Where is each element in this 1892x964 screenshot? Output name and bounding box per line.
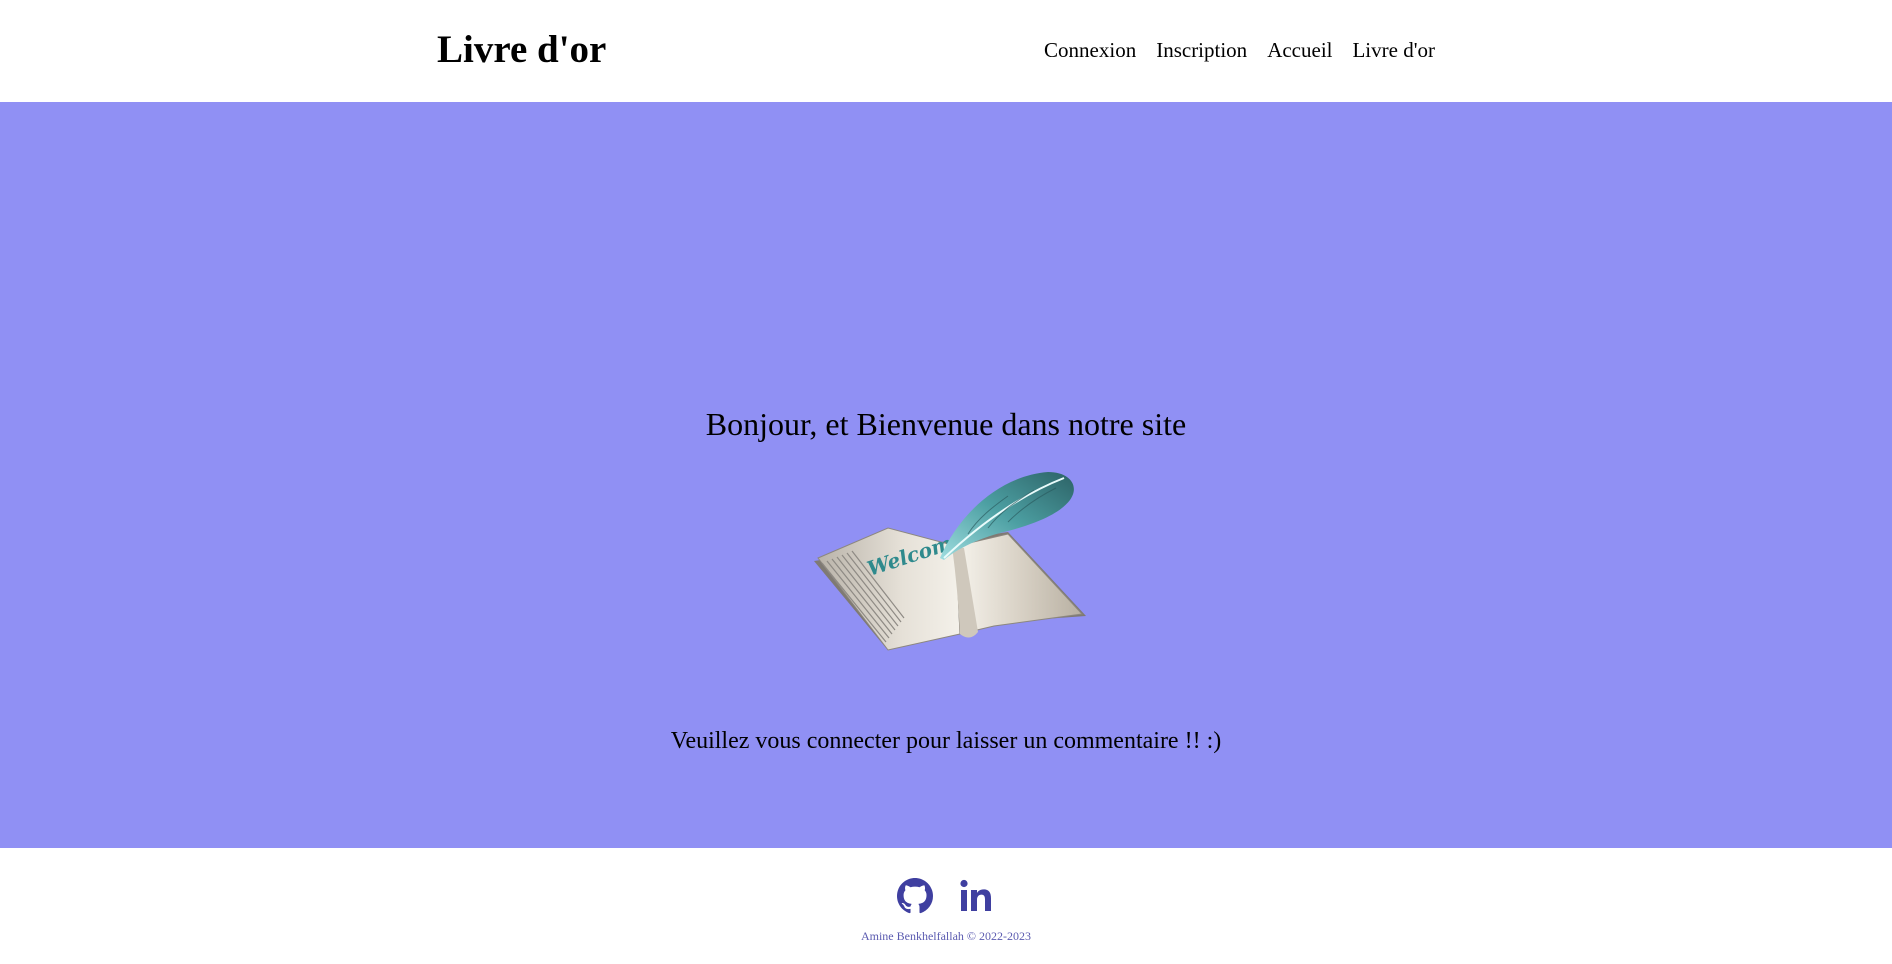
main-nav: Connexion Inscription Accueil Livre d'or xyxy=(1044,36,1435,64)
nav-login-link[interactable]: Connexion xyxy=(1044,36,1136,64)
welcome-section: Bonjour, et Bienvenue dans notre site We… xyxy=(0,102,1892,848)
nav-register-link[interactable]: Inscription xyxy=(1156,36,1247,64)
welcome-title: Bonjour, et Bienvenue dans notre site xyxy=(705,406,1187,442)
social-links xyxy=(0,878,1892,919)
welcome-book-image: Welcome xyxy=(808,466,1090,661)
nav-guestbook-link[interactable]: Livre d'or xyxy=(1352,36,1435,64)
github-link[interactable] xyxy=(897,878,933,919)
site-header: Livre d'or Connexion Inscription Accueil… xyxy=(0,0,1892,102)
copyright-text: Amine Benkhelfallah © 2022-2023 xyxy=(860,929,1032,943)
linkedin-link[interactable] xyxy=(959,878,995,919)
github-icon xyxy=(897,878,933,914)
nav-home-link[interactable]: Accueil xyxy=(1267,36,1332,64)
linkedin-icon xyxy=(960,879,991,911)
site-title: Livre d'or xyxy=(437,28,607,71)
login-required-message: Veuillez vous connecter pour laisser un … xyxy=(670,728,1222,754)
site-footer: Amine Benkhelfallah © 2022-2023 xyxy=(0,848,1892,964)
